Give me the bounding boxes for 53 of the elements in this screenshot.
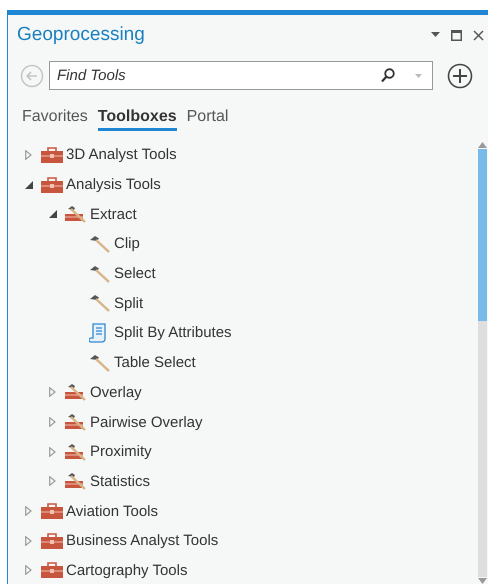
tree-item[interactable]: 3D Analyst Tools — [66, 146, 177, 164]
tab[interactable]: Favorites — [22, 108, 88, 131]
toolbox-icon — [41, 503, 63, 520]
expand-icon[interactable] — [49, 446, 56, 457]
toolset-icon — [65, 472, 87, 490]
tree-item[interactable]: Extract — [90, 206, 137, 223]
tree-item[interactable]: Overlay — [90, 384, 142, 401]
caret-icon[interactable] — [415, 74, 422, 78]
toolbox-icon — [41, 146, 63, 163]
tree-item[interactable]: Split By Attributes — [114, 324, 232, 342]
expand-icon[interactable] — [25, 150, 32, 160]
hammer-icon — [89, 294, 111, 312]
toolbox-icon — [41, 532, 63, 549]
script-icon — [89, 322, 107, 343]
tree-item[interactable]: Table Select — [114, 354, 196, 372]
tree-item[interactable]: Analysis Tools — [66, 176, 161, 194]
expand-icon[interactable] — [49, 476, 56, 486]
expand-icon[interactable] — [25, 506, 32, 516]
tree-item[interactable]: Split — [114, 294, 144, 312]
toolset-icon — [65, 205, 87, 224]
expand-icon[interactable] — [25, 565, 32, 576]
expand-icon[interactable] — [25, 536, 32, 546]
collapse-icon[interactable] — [25, 180, 33, 189]
tree-item[interactable]: Clip — [114, 235, 140, 252]
expand-icon[interactable] — [49, 417, 56, 428]
close-icon[interactable] — [473, 30, 484, 40]
toolbox-icon — [41, 176, 63, 193]
tree-item[interactable]: Statistics — [90, 472, 150, 490]
tab[interactable]: Toolboxes — [98, 108, 177, 131]
collapse-icon[interactable] — [49, 210, 57, 218]
tree-item[interactable]: Aviation Tools — [66, 502, 158, 520]
hammer-icon — [89, 264, 111, 283]
scrollbar-thumb[interactable] — [478, 149, 487, 321]
tree-item[interactable]: Cartography Tools — [66, 562, 188, 579]
back-icon[interactable] — [20, 64, 44, 88]
tree-item[interactable]: Pairwise Overlay — [90, 414, 203, 431]
tab[interactable]: Portal — [186, 108, 228, 131]
hammer-icon — [89, 234, 111, 253]
dropdown-icon[interactable] — [431, 32, 440, 38]
expand-icon[interactable] — [49, 387, 56, 398]
toolset-icon — [65, 383, 87, 402]
hammer-icon — [89, 354, 111, 372]
toolbox-icon — [41, 562, 63, 578]
maximize-icon[interactable] — [451, 30, 462, 40]
toolset-icon — [65, 442, 87, 461]
tree-item[interactable]: Business Analyst Tools — [66, 532, 218, 550]
window-title: Geoprocessing — [17, 24, 145, 46]
add-icon[interactable] — [447, 62, 473, 88]
tree-item[interactable]: Proximity — [90, 443, 152, 460]
search-field[interactable]: Find Tools — [49, 61, 433, 90]
tree-item[interactable]: Select — [114, 265, 156, 282]
toolset-icon — [65, 413, 87, 432]
search-icon[interactable] — [381, 68, 395, 83]
